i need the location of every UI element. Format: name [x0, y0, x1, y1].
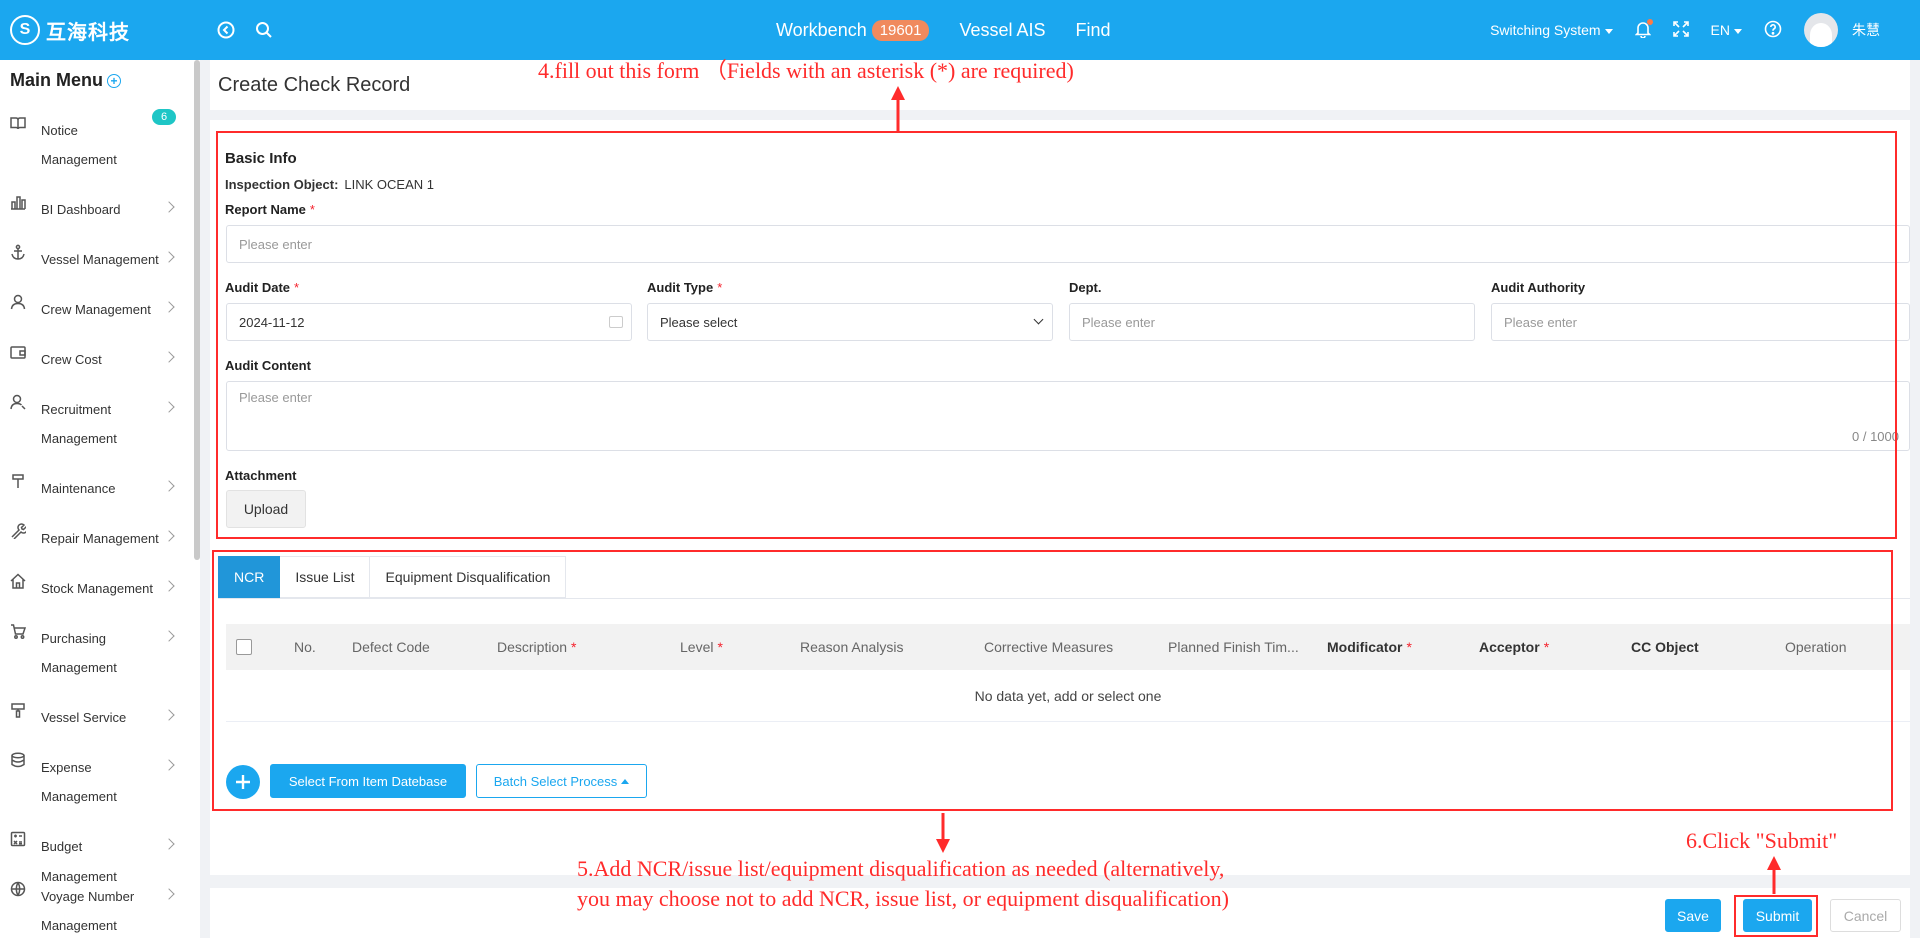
chevron-right-icon	[163, 838, 175, 850]
annotation-step-6: 6.Click "Submit"	[1686, 828, 1838, 853]
home-icon	[10, 573, 26, 589]
avatar-silhouette-icon	[1810, 23, 1832, 47]
arrow-up-icon	[891, 86, 905, 132]
sidebar-item-label: Vessel Management	[41, 252, 159, 267]
sidebar-item-label: Management	[41, 152, 117, 167]
sidebar-item-label: Management	[41, 789, 117, 804]
database-icon	[10, 752, 26, 768]
caret-down-icon	[1734, 28, 1742, 34]
save-button[interactable]: Save	[1665, 899, 1721, 932]
nav-vessel-ais[interactable]: Vessel AIS	[959, 20, 1045, 41]
globe-icon	[10, 881, 26, 897]
sidebar-item-label: BI Dashboard	[41, 202, 121, 217]
sidebar: Main Menu + Notice 6 Management BI Dashb…	[0, 60, 200, 938]
back-icon[interactable]	[214, 18, 238, 42]
sidebar-item-label: Purchasing	[41, 631, 107, 646]
sidebar-item-label: Management	[41, 660, 117, 675]
sidebar-item-label: Repair Management	[41, 531, 159, 546]
logo[interactable]: S 互海科技	[10, 15, 200, 45]
sidebar-item-label: Stock Management	[41, 581, 154, 596]
sidebar-item-label: Notice	[41, 123, 78, 138]
recruit-icon	[10, 394, 26, 410]
nav-workbench[interactable]: Workbench 19601	[776, 19, 930, 41]
wrench-icon	[10, 523, 28, 540]
chevron-right-icon	[163, 888, 175, 900]
chart-icon	[10, 194, 26, 210]
arrow-up-icon	[1767, 856, 1781, 894]
page-title: Create Check Record	[218, 74, 411, 96]
wallet-icon	[10, 344, 26, 360]
annotation-step-5-line-1: 5.Add NCR/issue list/equipment disqualif…	[577, 856, 1225, 881]
book-icon	[10, 115, 26, 131]
search-icon[interactable]	[252, 18, 276, 42]
top-bar: S 互海科技 Workbench 19601 Vessel AIS Find S…	[0, 0, 1920, 60]
arrow-down-icon	[936, 813, 950, 853]
chevron-right-icon	[163, 201, 175, 213]
top-nav: Workbench 19601 Vessel AIS Find	[776, 0, 1141, 60]
fullscreen-icon[interactable]	[1672, 20, 1689, 40]
form-highlight-box	[216, 131, 1897, 539]
hammer-icon	[10, 473, 26, 489]
logo-icon: S	[10, 15, 40, 45]
switching-system-dropdown[interactable]: Switching System	[1490, 22, 1613, 38]
sidebar-item-label: Management	[41, 918, 117, 933]
main-menu-label: Main Menu	[10, 70, 103, 90]
main-menu-title: Main Menu +	[10, 70, 121, 91]
person-icon	[10, 294, 26, 310]
cart-icon	[10, 623, 27, 639]
chevron-right-icon	[163, 530, 175, 542]
language-dropdown[interactable]: EN	[1711, 22, 1742, 38]
switching-system-label: Switching System	[1490, 22, 1601, 38]
language-label: EN	[1710, 22, 1730, 38]
ncr-highlight-box	[212, 550, 1893, 811]
add-circle-icon[interactable]: +	[107, 73, 121, 88]
chevron-right-icon	[163, 480, 175, 492]
nav-workbench-label: Workbench	[776, 19, 867, 40]
bell-icon[interactable]	[1634, 18, 1653, 41]
submit-highlight-box	[1734, 895, 1818, 937]
sidebar-item-label: Crew Management	[41, 302, 151, 317]
sidebar-item-label: Crew Cost	[41, 352, 102, 367]
anchor-icon	[10, 244, 26, 260]
chevron-right-icon	[163, 709, 175, 721]
calculator-icon	[10, 831, 26, 847]
sidebar-item-label: Vessel Service	[41, 710, 127, 725]
nav-find[interactable]: Find	[1076, 20, 1111, 41]
sidebar-item-label: Recruitment	[41, 402, 112, 417]
brush-icon	[10, 702, 26, 718]
avatar[interactable]	[1804, 13, 1838, 47]
workbench-badge: 19601	[871, 19, 930, 41]
caret-down-icon	[1604, 28, 1613, 34]
chevron-right-icon	[163, 580, 175, 592]
help-icon[interactable]	[1764, 20, 1782, 41]
chevron-right-icon	[163, 251, 175, 263]
sidebar-item-label: Expense	[41, 760, 92, 775]
notice-count-badge: 6	[152, 109, 177, 125]
logo-text: 互海科技	[46, 21, 130, 44]
notification-dot	[1646, 18, 1653, 25]
annotation-step-4: 4.fill out this form （Fields with an ast…	[538, 58, 1074, 83]
top-right-tools: Switching System EN 朱慧	[1468, 0, 1880, 60]
chevron-right-icon	[163, 401, 175, 413]
username[interactable]: 朱慧	[1852, 20, 1880, 40]
chevron-right-icon	[163, 759, 175, 771]
chevron-right-icon	[163, 301, 175, 313]
cancel-button[interactable]: Cancel	[1830, 899, 1901, 932]
sidebar-item-label: Management	[41, 431, 117, 446]
sidebar-item-label: Maintenance	[41, 481, 116, 496]
annotation-step-5-line-2: you may choose not to add NCR, issue lis…	[577, 886, 1229, 911]
sidebar-scrollbar[interactable]	[194, 60, 200, 560]
sidebar-item-label: Voyage Number	[41, 889, 135, 904]
chevron-right-icon	[163, 630, 175, 642]
chevron-right-icon	[163, 351, 175, 363]
